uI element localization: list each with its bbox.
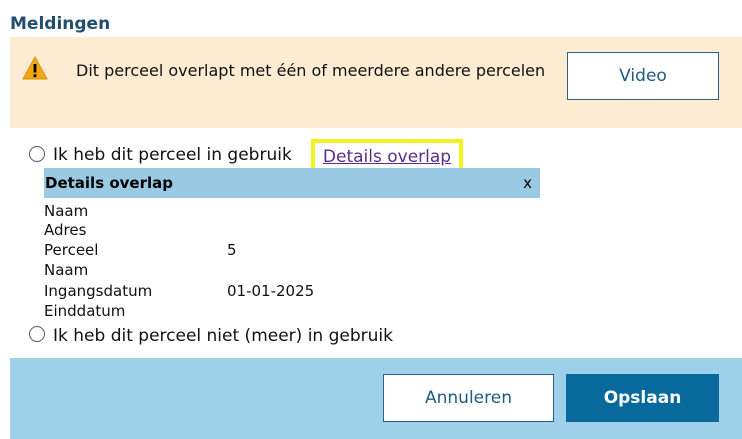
alert-message: Dit perceel overlapt met één of meerdere… [76, 61, 546, 80]
close-icon[interactable]: x [523, 174, 532, 192]
radio-in-use[interactable] [29, 146, 45, 162]
detail-label-adres: Adres [44, 221, 87, 239]
radio-not-in-use-label: Ik heb dit perceel niet (meer) in gebrui… [53, 326, 393, 346]
action-bar: Annuleren Opslaan [10, 358, 742, 439]
detail-value-ingangsdatum: 01-01-2025 [227, 282, 315, 300]
video-button[interactable]: Video [567, 52, 719, 100]
detail-label-naam-2: Naam [44, 261, 89, 279]
save-button[interactable]: Opslaan [566, 374, 719, 422]
overlap-details-title: Details overlap [45, 174, 174, 192]
detail-label-perceel: Perceel [44, 241, 99, 259]
overlap-details-header: Details overlap x [44, 168, 540, 198]
detail-label-einddatum: Einddatum [44, 302, 126, 320]
radio-not-in-use[interactable] [29, 326, 45, 342]
page-title: Meldingen [10, 14, 111, 34]
warning-icon [22, 56, 48, 80]
details-overlap-link[interactable]: Details overlap [323, 147, 451, 167]
detail-label-ingangsdatum: Ingangsdatum [44, 282, 153, 300]
cancel-button[interactable]: Annuleren [383, 374, 554, 422]
detail-value-perceel: 5 [227, 241, 237, 259]
alert-panel: Dit perceel overlapt met één of meerdere… [10, 37, 742, 128]
radio-in-use-label: Ik heb dit perceel in gebruik [53, 145, 292, 165]
detail-label-naam: Naam [44, 202, 89, 220]
